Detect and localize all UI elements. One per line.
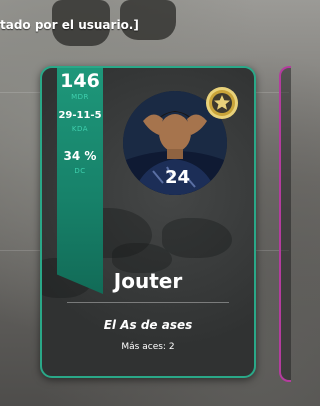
stat-value-kda: 29-11-5: [58, 110, 102, 121]
camo-pattern: [162, 218, 232, 258]
stat-value-mdr: 146: [60, 70, 100, 92]
neighbor-card-edge[interactable]: [279, 66, 291, 382]
aces-count-value: 2: [168, 342, 175, 352]
jersey-number: 24: [165, 167, 190, 188]
overlay-caption: tado por el usuario.]: [0, 18, 139, 32]
stat-label-mdr: MDR: [71, 93, 89, 101]
stat-panel: 146 MDR 29-11-5 KDA 34 % DC: [57, 68, 103, 294]
player-title: El As de ases: [103, 318, 193, 332]
aces-count-label: Más aces:: [121, 342, 166, 352]
divider: [67, 302, 229, 303]
gold-star-medal-icon: [205, 86, 239, 120]
aces-count: Más aces: 2: [42, 342, 254, 352]
stat-label-kda: KDA: [71, 125, 89, 133]
player-name: Jouter: [113, 269, 183, 293]
player-card[interactable]: 146 MDR 29-11-5 KDA 34 % DC 24 Jouter El…: [40, 66, 256, 378]
stat-value-dc: 34 %: [63, 149, 97, 163]
stat-label-dc: DC: [74, 167, 86, 175]
